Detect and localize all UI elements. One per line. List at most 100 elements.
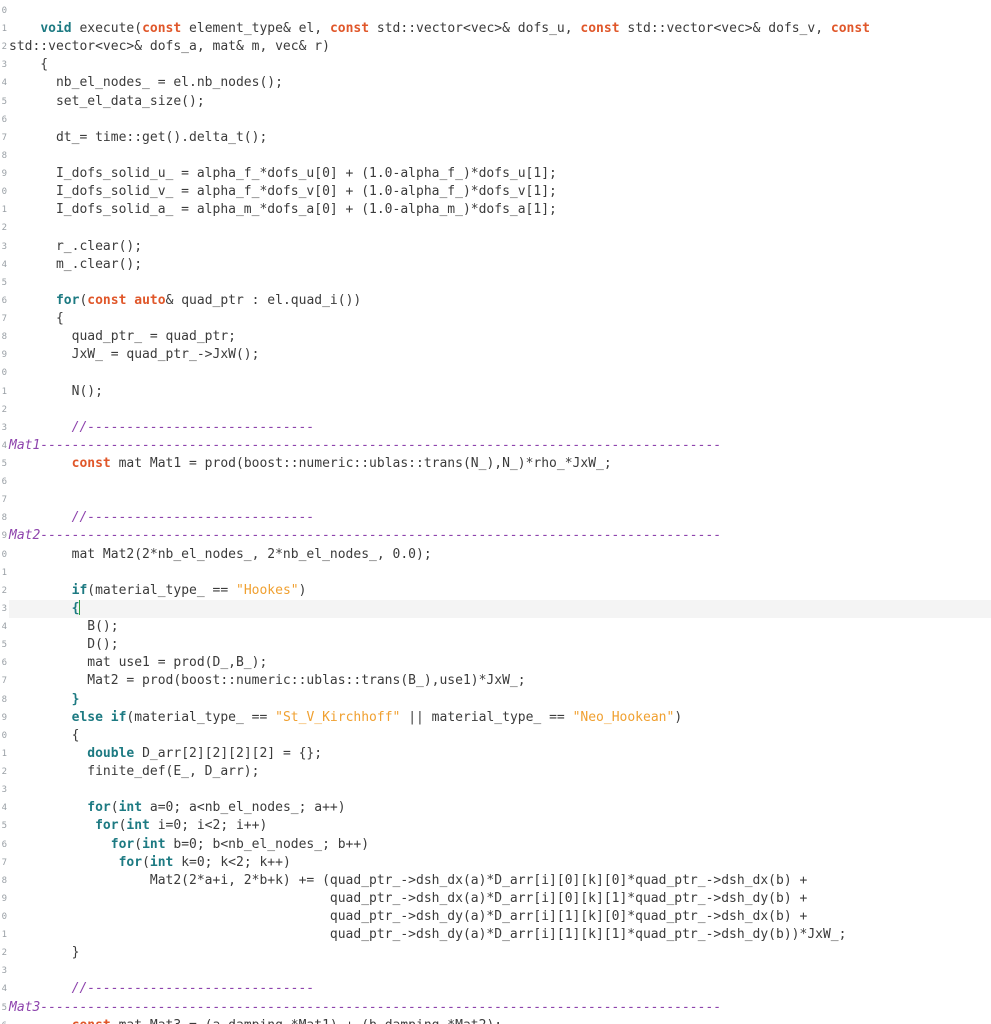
code-editor[interactable]: 0 1 2 3 4 5 6 7 8 9 0 1 2 3 4 5 6 7 8 9 0 1 2 3 4 5 6 7 8 9 0 1 2 3 4 5 6 7 8 9… xyxy=(0,0,991,1024)
code-line[interactable] xyxy=(9,401,991,419)
keyword: const xyxy=(87,292,127,308)
code-text: JxW_ = quad_ptr_->JxW(); xyxy=(9,347,260,363)
code-line[interactable] xyxy=(9,781,991,799)
code-line[interactable]: quad_ptr_->dsh_dy(a)*D_arr[i][1][k][0]*q… xyxy=(9,908,991,926)
code-line[interactable]: mat Mat2(2*nb_el_nodes_, 2*nb_el_nodes_,… xyxy=(9,546,991,564)
code-line[interactable]: B(); xyxy=(9,618,991,636)
keyword: const xyxy=(72,1018,111,1024)
line-number: 6 xyxy=(1,658,7,669)
code-line[interactable]: void execute(const element_type& el, con… xyxy=(9,20,991,38)
keyword: const xyxy=(71,456,111,471)
keyword: int xyxy=(142,836,166,852)
code-line[interactable]: Mat2(2*a+i, 2*b+k) += (quad_ptr_->dsh_dx… xyxy=(9,872,991,890)
keyword: } xyxy=(71,691,80,707)
code-line[interactable]: quad_ptr_->dsh_dx(a)*D_arr[i][0][k][1]*q… xyxy=(9,890,991,908)
keyword: int xyxy=(149,854,174,870)
line-number: 0 xyxy=(1,6,7,16)
code-line[interactable]: { xyxy=(9,56,991,74)
code-line[interactable]: I_dofs_solid_v_ = alpha_f_*dofs_v[0] + (… xyxy=(9,183,991,201)
code-line[interactable]: m_.clear(); xyxy=(9,256,991,274)
code-text: ( xyxy=(134,836,143,852)
code-line[interactable]: Mat2 = prod(boost::numeric::ublas::trans… xyxy=(9,672,991,690)
code-line[interactable]: nb_el_nodes_ = el.nb_nodes(); xyxy=(9,74,991,92)
code-line[interactable]: } xyxy=(9,944,991,962)
code-line[interactable] xyxy=(9,111,991,129)
code-line[interactable]: for(int k=0; k<2; k++) xyxy=(9,854,991,872)
current-code-line[interactable]: { xyxy=(9,599,991,618)
code-line[interactable]: if(material_type_ == "Hookes") xyxy=(9,582,991,600)
line-number: 3 xyxy=(1,785,7,796)
code-line[interactable]: const mat Mat3 = (a_damping_*Mat1) + (b_… xyxy=(9,1017,991,1024)
code-line[interactable]: D(); xyxy=(9,636,991,654)
line-number: 7 xyxy=(1,314,7,325)
code-line[interactable]: } xyxy=(9,691,991,709)
keyword: for xyxy=(55,292,80,308)
code-line[interactable]: N(); xyxy=(9,383,991,401)
code-line[interactable]: mat use1 = prod(D_,B_); xyxy=(9,654,991,672)
code-line[interactable] xyxy=(9,491,991,509)
code-line[interactable] xyxy=(9,564,991,582)
code-line[interactable]: Mat2------------------------------------… xyxy=(9,527,991,545)
code-line[interactable]: { xyxy=(9,310,991,328)
keyword: for xyxy=(118,854,143,870)
code-line[interactable]: { xyxy=(9,727,991,745)
code-line[interactable]: //----------------------------- xyxy=(9,509,991,527)
code-line[interactable]: I_dofs_solid_u_ = alpha_f_*dofs_u[0] + (… xyxy=(9,165,991,183)
keyword: else if xyxy=(71,709,127,725)
code-text: I_dofs_solid_a_ = alpha_m_*dofs_a[0] + (… xyxy=(9,202,557,218)
code-line[interactable] xyxy=(9,364,991,382)
code-line[interactable]: else if(material_type_ == "St_V_Kirchhof… xyxy=(9,709,991,727)
code-line[interactable] xyxy=(9,473,991,491)
code-line[interactable]: std::vector<vec>& dofs_a, mat& m, vec& r… xyxy=(9,38,991,56)
code-text: finite_def(E_, D_arr); xyxy=(9,764,260,780)
code-line[interactable]: JxW_ = quad_ptr_->JxW(); xyxy=(9,346,991,364)
code-line[interactable] xyxy=(9,219,991,237)
code-line[interactable]: double D_arr[2][2][2][2] = {}; xyxy=(9,745,991,763)
code-text: quad_ptr_ = quad_ptr; xyxy=(9,329,236,345)
code-line[interactable]: set_el_data_size(); xyxy=(9,93,991,111)
line-number: 1 xyxy=(1,386,7,397)
code-line[interactable]: for(const auto& quad_ptr : el.quad_i()) xyxy=(9,292,991,310)
line-number: 1 xyxy=(1,205,7,216)
code-line[interactable]: dt_= time::get().delta_t(); xyxy=(9,129,991,147)
code-line[interactable] xyxy=(9,274,991,292)
code-line[interactable]: quad_ptr_->dsh_dy(a)*D_arr[i][1][k][1]*q… xyxy=(9,926,991,944)
code-text: quad_ptr_->dsh_dx(a)*D_arr[i][0][k][1]*q… xyxy=(9,890,808,906)
code-line[interactable]: Mat3------------------------------------… xyxy=(9,999,991,1017)
code-line[interactable]: finite_def(E_, D_arr); xyxy=(9,763,991,781)
code-line[interactable]: //----------------------------- xyxy=(9,980,991,998)
code-line[interactable]: quad_ptr_ = quad_ptr; xyxy=(9,328,991,346)
code-line[interactable]: for(int i=0; i<2; i++) xyxy=(9,817,991,835)
code-line[interactable]: I_dofs_solid_a_ = alpha_m_*dofs_a[0] + (… xyxy=(9,201,991,219)
code-line[interactable]: r_.clear(); xyxy=(9,238,991,256)
keyword: { xyxy=(71,600,80,616)
code-line[interactable] xyxy=(9,2,991,20)
comment: //----------------------------- xyxy=(71,981,315,997)
code-text: std::vector<vec>& dofs_a, mat& m, vec& r… xyxy=(9,39,330,55)
keyword: const xyxy=(142,21,182,37)
line-number: 2 xyxy=(1,223,7,234)
code-text: mat Mat1 = prod(boost::numeric::ublas::t… xyxy=(110,456,612,471)
string-literal: "St_V_Kirchhoff" xyxy=(275,709,401,725)
code-text: || material_type_ == xyxy=(400,709,573,725)
code-line[interactable]: for(int a=0; a<nb_el_nodes_; a++) xyxy=(9,799,991,817)
code-text: ( xyxy=(142,854,150,870)
code-line[interactable]: const mat Mat1 = prod(boost::numeric::ub… xyxy=(9,455,991,473)
line-number: 7 xyxy=(1,857,7,868)
code-text: N(); xyxy=(9,383,103,399)
code-text: Mat2(2*a+i, 2*b+k) += (quad_ptr_->dsh_dx… xyxy=(9,872,808,888)
line-number: 9 xyxy=(1,169,7,180)
code-line[interactable] xyxy=(9,147,991,165)
code-line[interactable] xyxy=(9,962,991,980)
line-number: 2 xyxy=(1,767,7,778)
code-line[interactable]: //----------------------------- xyxy=(9,419,991,437)
line-number: 8 xyxy=(1,513,7,524)
code-text: mat use1 = prod(D_,B_); xyxy=(9,655,268,671)
code-line[interactable]: Mat1------------------------------------… xyxy=(9,437,991,455)
line-number: 5 xyxy=(1,96,7,107)
code-line[interactable]: for(int b=0; b<nb_el_nodes_; b++) xyxy=(9,836,991,854)
code-text: { xyxy=(9,311,64,327)
